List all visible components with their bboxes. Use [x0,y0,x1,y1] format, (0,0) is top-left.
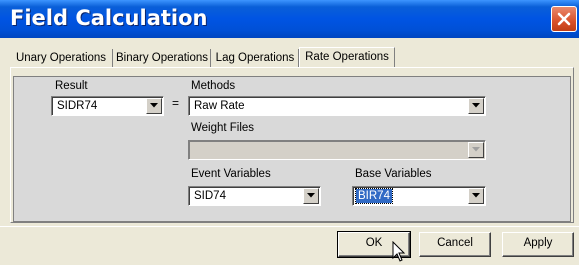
chevron-down-icon [150,103,158,108]
tab-binary-operations[interactable]: Binary Operations [114,49,211,67]
cancel-button[interactable]: Cancel [419,232,491,257]
event-variables-dropdown-button[interactable] [303,188,319,204]
chevron-down-icon [472,103,480,108]
close-button[interactable] [551,6,577,32]
methods-label: Methods [191,80,236,92]
event-variables-value: SID74 [194,190,226,202]
tab-lag-operations[interactable]: Lag Operations [212,49,299,67]
equals-sign: = [172,96,180,110]
weight-files-value [192,143,196,157]
tab-rate-operations[interactable]: Rate Operations [299,47,395,68]
weight-files-dropdown-button [468,142,484,158]
base-variables-label: Base Variables [355,168,432,180]
event-variables-label: Event Variables [191,168,271,180]
event-variables-select[interactable]: SID74 [188,186,321,206]
result-dropdown-button[interactable] [146,98,162,114]
result-select[interactable]: SIDR74 [51,96,164,116]
separator [0,226,579,227]
title-bar[interactable]: Field Calculation [0,0,579,38]
weight-files-select [188,140,486,160]
apply-button[interactable]: Apply [502,232,574,257]
field-calculation-dialog: Field Calculation Unary Operations Binar… [0,0,579,265]
window-title: Field Calculation [10,6,208,30]
methods-value: Raw Rate [194,100,245,112]
chevron-down-icon [472,147,480,152]
base-variables-value: BIR74 [355,188,393,204]
methods-dropdown-button[interactable] [468,98,484,114]
tab-unary-operations[interactable]: Unary Operations [10,49,113,67]
chevron-down-icon [472,193,480,198]
result-value: SIDR74 [57,100,98,112]
base-variables-dropdown-button[interactable] [468,188,484,204]
chevron-down-icon [307,193,315,198]
methods-select[interactable]: Raw Rate [188,96,486,116]
close-icon [557,12,571,26]
weight-files-label: Weight Files [191,122,255,134]
mouse-pointer-icon [392,241,406,262]
base-variables-select[interactable]: BIR74 [352,186,486,206]
result-label: Result [55,80,88,92]
